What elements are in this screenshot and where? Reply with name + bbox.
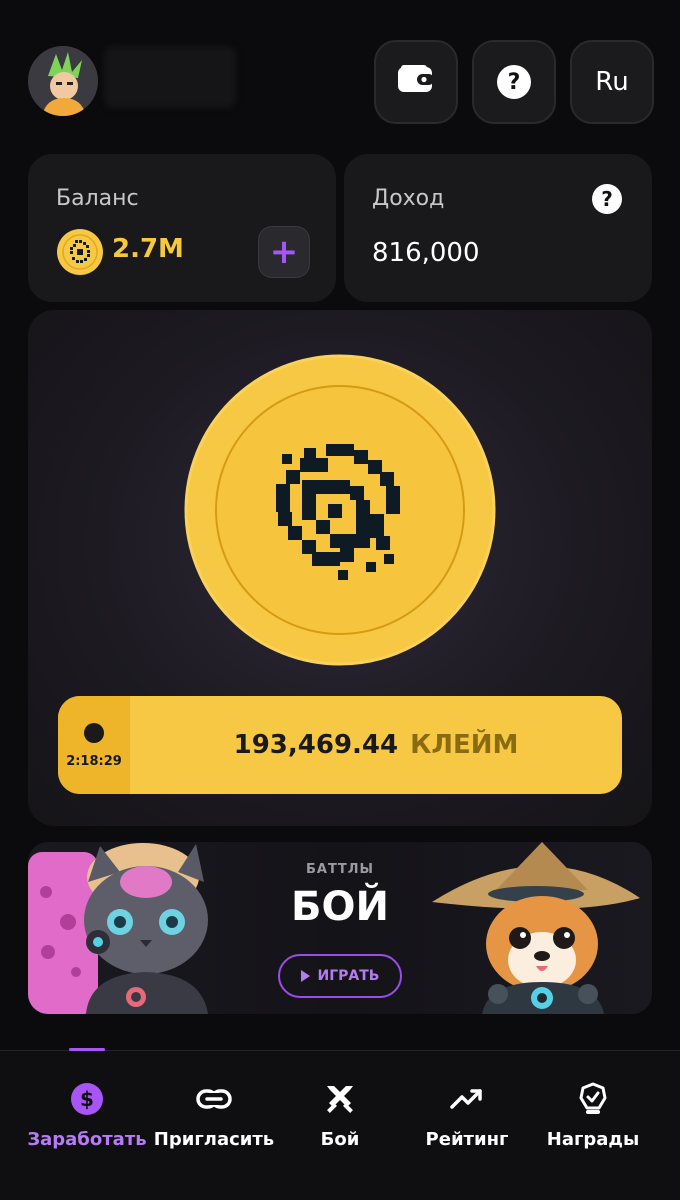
- add-balance-button[interactable]: +: [258, 226, 310, 278]
- user-avatar[interactable]: [28, 46, 98, 116]
- nav-item-invite[interactable]: Пригласить: [146, 1081, 282, 1161]
- battle-banner[interactable]: БАТТЛЫ БОЙ ИГРАТЬ: [28, 842, 652, 1014]
- nav-item-battle[interactable]: Бой: [272, 1081, 408, 1161]
- claim-timer: 2:18:29: [58, 696, 130, 794]
- link-icon: [196, 1081, 232, 1117]
- income-help-icon[interactable]: ?: [592, 184, 622, 214]
- award-badge-icon: [575, 1081, 611, 1117]
- play-icon: [300, 970, 310, 982]
- balance-value: 2.7M: [112, 234, 184, 264]
- timer-icon: [83, 722, 105, 744]
- play-button[interactable]: ИГРАТЬ: [278, 954, 402, 998]
- bottom-nav: $ Заработать Пригласить Бой Рейтинг Нагр…: [0, 1051, 680, 1200]
- nav-item-earn[interactable]: $ Заработать: [19, 1081, 155, 1161]
- wallet-button[interactable]: [374, 40, 458, 124]
- dollar-icon: $: [69, 1081, 105, 1117]
- tap-panel: 2:18:29 193,469.44 КЛЕЙМ: [28, 310, 652, 826]
- language-label: Ru: [595, 67, 629, 97]
- wallet-icon: [397, 64, 435, 101]
- tap-coin[interactable]: [184, 354, 496, 666]
- balance-card: Баланс 2.7M +: [28, 154, 336, 302]
- claim-label-group: 193,469.44 КЛЕЙМ: [130, 696, 622, 794]
- claim-button[interactable]: 2:18:29 193,469.44 КЛЕЙМ: [58, 696, 622, 794]
- nav-label-battle: Бой: [320, 1129, 360, 1150]
- claim-timer-value: 2:18:29: [66, 753, 122, 769]
- coin-icon: [56, 228, 104, 276]
- play-label: ИГРАТЬ: [317, 968, 380, 984]
- nav-label-invite: Пригласить: [153, 1129, 275, 1150]
- income-card: Доход ? 816,000: [344, 154, 652, 302]
- nav-label-earn: Заработать: [27, 1129, 147, 1150]
- income-value: 816,000: [372, 238, 480, 268]
- trending-up-icon: [449, 1081, 485, 1117]
- language-button[interactable]: Ru: [570, 40, 654, 124]
- income-label: Доход: [372, 186, 445, 211]
- question-icon: ?: [497, 65, 531, 99]
- claim-action-label: КЛЕЙМ: [410, 730, 519, 760]
- nav-item-rewards[interactable]: Награды: [525, 1081, 661, 1161]
- balance-label: Баланс: [56, 186, 139, 211]
- claim-amount: 193,469.44: [233, 730, 399, 760]
- swords-icon: [322, 1081, 358, 1117]
- nav-item-rating[interactable]: Рейтинг: [399, 1081, 535, 1161]
- nav-label-rating: Рейтинг: [425, 1129, 509, 1150]
- username-redacted: [104, 46, 236, 108]
- svg-text:$: $: [80, 1087, 94, 1111]
- robot-dog-illustration: [432, 842, 652, 1014]
- nav-label-rewards: Награды: [546, 1129, 640, 1150]
- help-button[interactable]: ?: [472, 40, 556, 124]
